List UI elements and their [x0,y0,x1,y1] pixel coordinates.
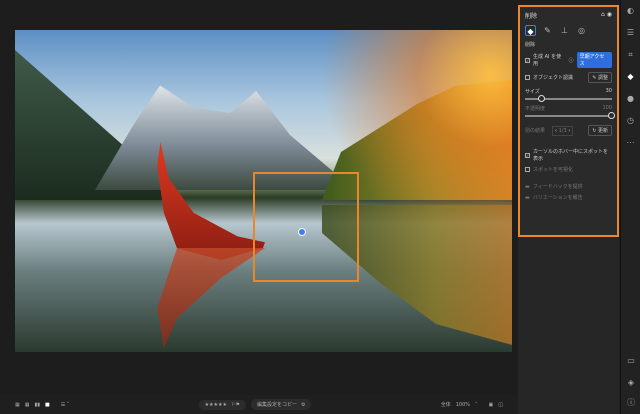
crop-icon[interactable]: ⌗ [621,44,640,66]
compare-view-icon[interactable]: ▮▮ [34,402,40,408]
panel-title: 削除 [525,13,538,20]
presets-icon[interactable]: ◐ [621,0,640,22]
size-label: サイズ [525,89,540,95]
section-label: 削除 [525,42,536,48]
masking-icon[interactable]: ● [621,88,640,110]
opacity-knob[interactable] [608,112,615,119]
size-knob[interactable] [538,95,546,102]
copy-settings-label: 編集設定をコピー [256,402,297,408]
healing-brush-icon[interactable]: ✎ [542,25,553,36]
opacity-label: 不透明度 [525,106,546,112]
clone-stamp-icon[interactable]: ⊥ [559,25,570,36]
adjust-button[interactable]: ✎ 調整 [588,72,612,83]
tag-icon[interactable]: ◈ [621,372,640,394]
selection-highlight [253,172,359,282]
gen-ai-checkbox[interactable]: ✓ [525,57,530,63]
sort-icon[interactable]: ☰ ˅ [61,402,70,408]
right-tool-rail: ◐ ☰ ⌗ ◆ ● ◷ ⋯ ▭ ◈ ⓘ [620,0,640,414]
gen-ai-label: 生成 AI を使用 [533,54,562,67]
eraser-icon[interactable]: ◆ [525,25,536,36]
size-value[interactable]: 30 [606,88,612,95]
square-grid-icon[interactable]: ▦ [25,402,30,408]
chevron-down-icon[interactable]: ˅ [475,402,478,408]
comments-icon[interactable]: ▭ [621,350,640,372]
canoe-reflection [157,248,265,348]
visualize-spots-checkbox[interactable] [525,167,530,172]
remove-tool-icon[interactable]: ◆ [621,66,640,88]
single-view-icon[interactable]: ■ [45,402,50,408]
panel-header-icons[interactable]: ⌂ ◉ [601,11,612,20]
zoom-level[interactable]: 100% [456,402,470,408]
feedback-link[interactable]: ▬ フィードバックを提供 [525,183,612,191]
refresh-label: 更新 [597,128,608,134]
fit-label[interactable]: 全体 [441,401,451,408]
visualize-spots-label: スポットを可視化 [533,167,574,173]
flag-icon: ▬ [525,194,530,201]
image-canvas[interactable] [0,0,518,395]
star-rating[interactable]: ★★★★★ [205,402,227,408]
result-pager[interactable]: ‹ 1/3 › [552,125,574,136]
info-icon[interactable]: ⓘ [569,57,574,64]
remove-spot-pin[interactable] [298,228,306,236]
history-icon[interactable]: ◷ [621,110,640,132]
report-link[interactable]: ▬ バリエーションを報告 [525,194,612,202]
pager-text: 1/3 [558,127,567,134]
more-icon[interactable]: ⋯ [621,132,640,154]
opacity-slider[interactable] [525,112,615,119]
refresh-button[interactable]: ↻ 更新 [588,125,612,136]
report-label: バリエーションを報告 [532,195,583,201]
object-detect-checkbox[interactable] [525,75,530,80]
size-slider[interactable] [525,95,612,102]
rating-flags[interactable]: ★★★★★ ⚐⚑ [198,399,246,410]
early-access-button[interactable]: 早期アクセス [576,52,612,68]
opacity-value[interactable]: 100 [602,105,612,112]
comment-icon: ▬ [525,183,530,190]
panel-empty-area [518,237,619,414]
edit-sliders-icon[interactable]: ☰ [621,22,640,44]
red-eye-icon[interactable]: ◎ [576,25,587,36]
show-spot-checkbox[interactable]: ✓ [525,152,530,158]
flag-icons[interactable]: ⚐⚑ [231,402,240,408]
bottom-toolbar: ▦ ▦ ▮▮ ■ ☰ ˅ ★★★★★ ⚐⚑ 編集設定をコピー ⚙ 全体 100% ˅ … [0,395,518,414]
before-after-icon[interactable]: ◫ [498,402,503,408]
filmstrip-icon[interactable]: ▣ [489,402,494,408]
grid-view-icon[interactable]: ▦ [15,402,20,408]
show-spot-label: カーソルのホバー中にスポットを表示 [533,149,609,162]
other-results-label: 別の結果 [525,128,546,134]
object-detect-label: オブジェクト認識 [533,75,574,81]
gear-icon[interactable]: ⚙ [301,402,305,408]
copy-settings-button[interactable]: 編集設定をコピー ⚙ [250,399,312,410]
adjust-label: 調整 [597,75,608,81]
remove-panel: 削除 ⌂ ◉ ◆ ✎ ⊥ ◎ 削除 ✓ 生成 AI を使用 ⓘ 早期アクセス オブジェク… [518,5,619,237]
help-icon[interactable]: ⓘ [621,392,640,414]
feedback-label: フィードバックを提供 [532,184,583,190]
